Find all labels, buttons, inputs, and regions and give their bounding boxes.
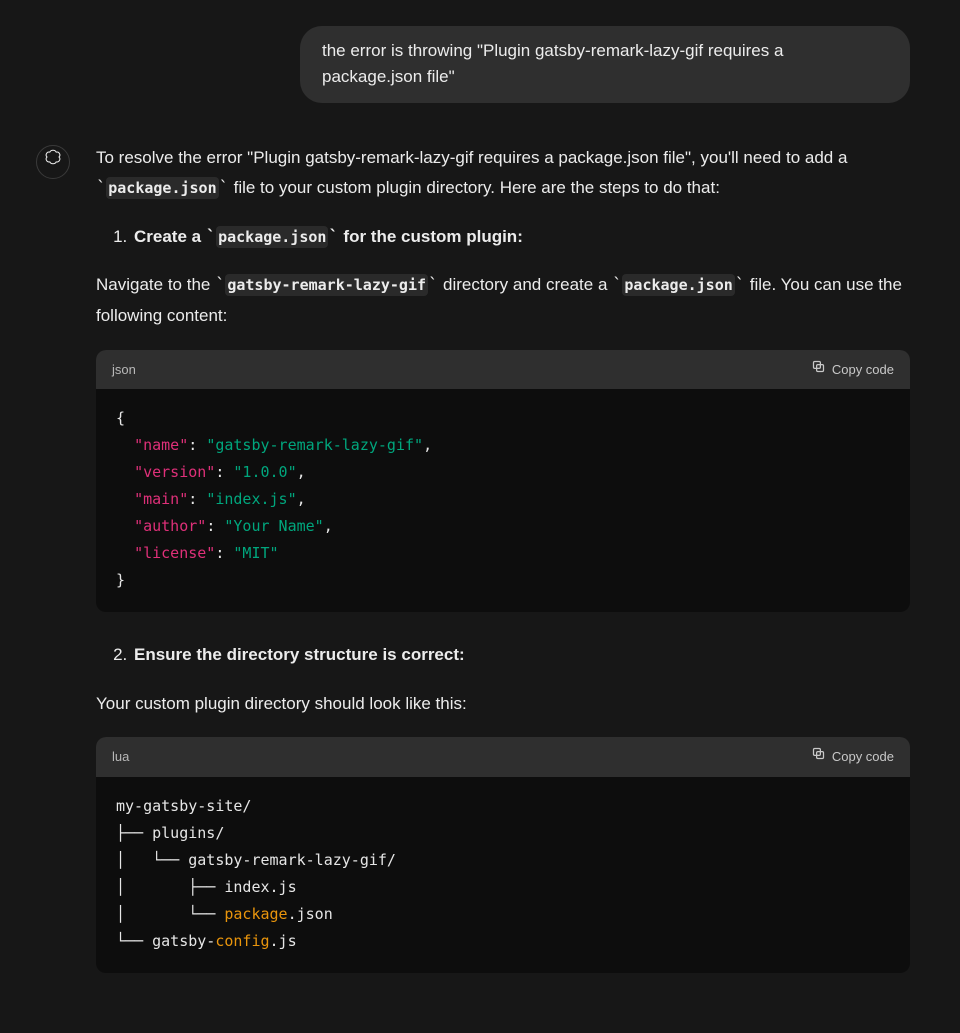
step-1: Create a `package.json` for the custom p… [132, 222, 910, 253]
code-block-tree: lua Copy code my-gatsby-site/ ├── plugin… [96, 737, 910, 972]
code-body-json[interactable]: { "name": "gatsby-remark-lazy-gif", "ver… [96, 389, 910, 612]
copy-code-button[interactable]: Copy code [811, 358, 894, 381]
step2-text: Ensure the directory structure is correc… [134, 645, 465, 664]
code-block-json: json Copy code { "name": "gatsby-remark-… [96, 350, 910, 612]
intro-text-post: file to your custom plugin directory. He… [229, 178, 720, 197]
user-message-bubble: the error is throwing "Plugin gatsby-rem… [300, 26, 910, 103]
step1-pre: Create a [134, 227, 206, 246]
steps-list: Create a `package.json` for the custom p… [96, 222, 910, 253]
inline-code-package-json: package.json [106, 177, 218, 199]
step1-post: for the custom plugin: [339, 227, 523, 246]
copy-icon [811, 358, 826, 381]
assistant-message-row: To resolve the error "Plugin gatsby-rema… [36, 143, 910, 1001]
user-message-text: the error is throwing "Plugin gatsby-rem… [322, 41, 783, 86]
inline-code-plugin-dir: gatsby-remark-lazy-gif [225, 274, 428, 296]
steps-list-2: Ensure the directory structure is correc… [96, 640, 910, 671]
assistant-content: To resolve the error "Plugin gatsby-rema… [96, 143, 910, 1001]
code-body-tree[interactable]: my-gatsby-site/ ├── plugins/ │ └── gatsb… [96, 777, 910, 973]
intro-text-pre: To resolve the error "Plugin gatsby-rema… [96, 148, 847, 167]
code-lang-label: json [112, 358, 136, 381]
step-2: Ensure the directory structure is correc… [132, 640, 910, 671]
copy-icon [811, 745, 826, 768]
code-header: lua Copy code [96, 737, 910, 776]
dir-paragraph: Your custom plugin directory should look… [96, 689, 910, 720]
user-message-row: the error is throwing "Plugin gatsby-rem… [36, 26, 910, 103]
copy-code-button[interactable]: Copy code [811, 745, 894, 768]
copy-code-label: Copy code [832, 358, 894, 381]
code-lang-label: lua [112, 745, 129, 768]
inline-code-package-json: package.json [622, 274, 734, 296]
code-header: json Copy code [96, 350, 910, 389]
nav-mid: directory and create a [438, 275, 612, 294]
copy-code-label: Copy code [832, 745, 894, 768]
nav-pre: Navigate to the [96, 275, 215, 294]
navigate-paragraph: Navigate to the `gatsby-remark-lazy-gif`… [96, 270, 910, 331]
openai-logo-icon [44, 148, 62, 175]
assistant-avatar [36, 145, 70, 179]
intro-paragraph: To resolve the error "Plugin gatsby-rema… [96, 143, 910, 204]
inline-code-package-json: package.json [216, 226, 328, 248]
